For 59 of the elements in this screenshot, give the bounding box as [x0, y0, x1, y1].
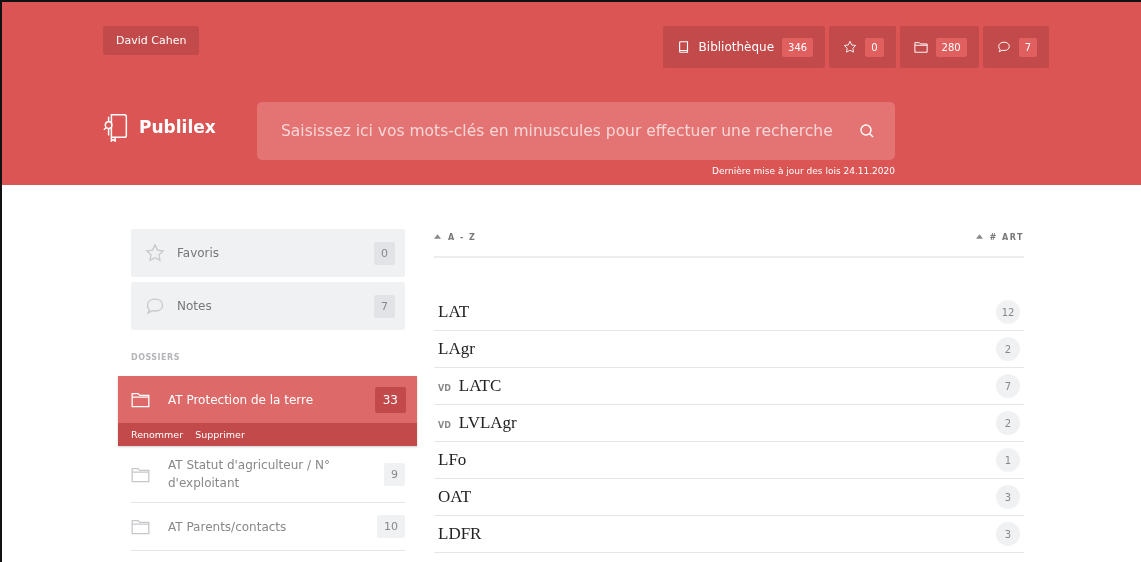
nav-label: Bibliothèque: [698, 40, 775, 54]
count-badge: 0: [374, 241, 395, 265]
count-badge: 0: [865, 37, 884, 57]
comment-icon: [996, 40, 1011, 54]
section-heading: DOSSIERS: [131, 353, 181, 362]
update-note: Dernière mise à jour des lois 24.11.2020: [711, 166, 895, 176]
law-link[interactable]: LVLAgr: [458, 413, 996, 433]
law-link[interactable]: LDFR: [438, 524, 996, 544]
folder-item[interactable]: AT Parents/contacts 10: [131, 503, 405, 551]
search-field[interactable]: Saisissez ici vos mots-clés en minuscules pour effectuer une recherche: [257, 102, 895, 160]
count-badge: 3: [996, 485, 1020, 509]
count-badge: 7: [374, 294, 395, 318]
folder-label: AT Statut d'agriculteur / N° d'exploitant: [168, 457, 331, 492]
folder-action-link[interactable]: Renommer: [131, 429, 184, 440]
folder-label: AT Parents/contacts: [168, 518, 288, 536]
folder-icon: [131, 391, 150, 408]
sort-header[interactable]: # ART: [975, 233, 1024, 242]
folder-icon: [913, 40, 928, 54]
law-prefix: VD: [438, 383, 451, 393]
folder-label: AT Protection de la terre: [168, 391, 315, 409]
search-icon[interactable]: [859, 123, 875, 139]
count-badge: 10: [377, 515, 405, 538]
star-icon: [145, 243, 165, 263]
folder-icon: [131, 518, 150, 535]
user-button[interactable]: David Cahen: [103, 26, 200, 55]
nav-button[interactable]: Bibliothèque 346: [662, 26, 826, 68]
count-badge: 1: [996, 448, 1020, 472]
law-link[interactable]: LAT: [438, 302, 996, 322]
comment-icon: [145, 296, 165, 316]
count-badge: 2: [996, 411, 1020, 435]
law-link[interactable]: LAgr: [438, 339, 996, 359]
count-badge: 346: [782, 37, 814, 57]
nav-button[interactable]: 0: [829, 26, 896, 68]
folder-item[interactable]: AT Statut d'agriculteur / N° d'exploitant 9: [131, 446, 405, 503]
count-badge: 33: [374, 386, 406, 413]
count-badge: 7: [1018, 37, 1037, 57]
sort-header[interactable]: A - Z: [434, 233, 477, 242]
count-badge: 7: [996, 374, 1020, 398]
folder-icon: [131, 465, 150, 483]
folder-item[interactable]: AT Protection de la terre 33 Renommer Supprimer: [118, 376, 417, 446]
law-link[interactable]: LFo: [438, 450, 996, 470]
law-link[interactable]: LATC: [458, 376, 996, 396]
brand-name: Publilex: [139, 117, 216, 137]
sort-arrow-icon: [975, 234, 983, 239]
folder-action-link[interactable]: Supprimer: [195, 429, 245, 440]
count-badge: 280: [935, 37, 967, 57]
law-link[interactable]: OAT: [438, 487, 996, 507]
sidebar-item[interactable]: Favoris 0: [131, 229, 405, 277]
sidebar-item[interactable]: Notes 7: [131, 282, 405, 330]
count-badge: 3: [996, 522, 1020, 546]
book-icon: [676, 40, 691, 54]
nav-button[interactable]: 280: [899, 26, 979, 68]
star-icon: [843, 40, 858, 54]
count-badge: 12: [996, 300, 1020, 324]
sort-arrow-icon: [434, 234, 441, 239]
nav-button[interactable]: 7: [982, 26, 1049, 68]
count-badge: 2: [996, 337, 1020, 361]
count-badge: 9: [384, 462, 405, 486]
law-prefix: VD: [438, 420, 451, 430]
